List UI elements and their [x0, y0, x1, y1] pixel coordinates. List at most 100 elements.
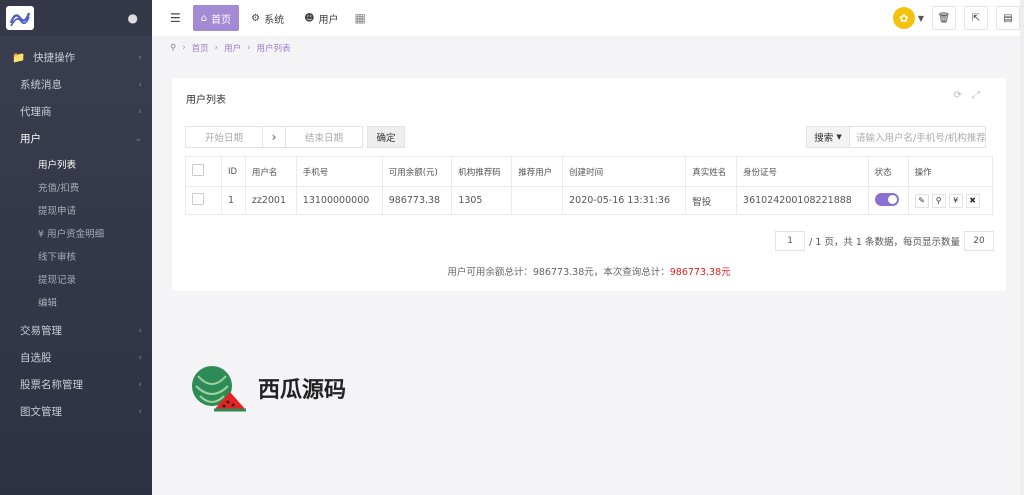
- confirm-button[interactable]: 确定: [367, 126, 405, 148]
- chevron-down-icon: ▼: [917, 13, 924, 23]
- home-icon: ⌂: [200, 12, 208, 24]
- page-info: / 1 页，共 1 条数据，每页显示数量: [809, 237, 960, 248]
- submenu-item-2[interactable]: 提现申请: [0, 198, 152, 221]
- water-drop-icon[interactable]: ●: [128, 11, 138, 25]
- table-cell: 986773.38: [381, 186, 453, 215]
- watermark-text: 西瓜源码: [258, 378, 347, 403]
- table-cell: [511, 186, 564, 215]
- balance-summary: 用户可用余额总计：986773.38元，本次查询总计：986773.38元: [172, 264, 1006, 278]
- grid-icon[interactable]: ▦: [347, 5, 374, 31]
- top-bar: ☰ ⌂ 首页 ⚙ 系统 ☻ 用户 ▦ ✿ ▼ 🗑 ⇱ ▤: [152, 0, 1024, 36]
- breadcrumb-user[interactable]: 用户: [224, 42, 241, 54]
- menu-toggle-icon[interactable]: ☰: [162, 5, 189, 31]
- breadcrumb-current: 用户列表: [256, 44, 291, 54]
- date-range: 开始日期 › 结束日期 确定: [185, 126, 405, 148]
- table-cell: zz2001: [244, 186, 297, 215]
- submenu-item-4[interactable]: 线下审核: [0, 244, 152, 267]
- status-toggle[interactable]: [874, 192, 899, 206]
- sidebar-label: 交易管理: [20, 325, 62, 337]
- chevron-left-icon: ‹: [138, 106, 142, 117]
- tab-label: 用户: [318, 14, 339, 26]
- column-header: 机构推荐码: [451, 156, 513, 187]
- summary-text: 用户可用余额总计：986773.38元，本次查询总计：: [447, 267, 670, 278]
- sidebar-item-lower-2[interactable]: 股票名称管理 ‹: [0, 371, 152, 398]
- row-checkbox[interactable]: [192, 193, 204, 205]
- start-date-input[interactable]: 开始日期: [185, 126, 263, 148]
- tab-1[interactable]: ⚙ 系统: [243, 5, 292, 31]
- page-input[interactable]: 1: [775, 231, 806, 251]
- caret-down-icon: ▼: [836, 133, 842, 141]
- chevron-down-icon: ⌄: [134, 133, 142, 144]
- key-icon[interactable]: ⚲: [931, 193, 946, 208]
- sidebar-label: 图文管理: [20, 406, 62, 418]
- per-page-input[interactable]: 20: [964, 231, 994, 251]
- column-header: 推荐用户: [511, 156, 564, 187]
- table-cell: ✎ ⚲ ¥ ✖: [907, 186, 994, 215]
- panel-title: 用户列表: [186, 95, 226, 106]
- delete-icon[interactable]: ✖: [965, 193, 980, 208]
- sidebar-item-lower-1[interactable]: 自选股 ‹: [0, 344, 152, 371]
- submenu-item-3[interactable]: ¥ 用户资金明细: [0, 221, 152, 244]
- expand-icon[interactable]: ⤢: [972, 90, 990, 101]
- breadcrumb-home[interactable]: 首页: [192, 42, 209, 54]
- chevron-left-icon: ‹: [138, 52, 142, 63]
- avatar[interactable]: ✿: [892, 7, 915, 29]
- search-label: 搜索: [814, 133, 834, 144]
- chevron-right-icon: ›: [263, 126, 285, 148]
- refresh-icon[interactable]: ⟳: [954, 90, 972, 101]
- search-input[interactable]: 请输入用户名/手机号/机构推荐: [850, 126, 986, 148]
- sidebar-item-1[interactable]: 系统消息 ‹: [0, 71, 152, 98]
- chevron-left-icon: ‹: [138, 352, 142, 363]
- pagination: 1 / 1 页，共 1 条数据，每页显示数量 20: [775, 231, 994, 251]
- breadcrumb: ⚲ › 首页 › 用户 › 用户列表: [170, 42, 291, 54]
- table-cell: [185, 186, 222, 215]
- column-header: 身份证号: [736, 156, 869, 187]
- gear-icon: ⚙: [251, 12, 261, 24]
- chevron-left-icon: ‹: [138, 379, 142, 390]
- user-icon: ☻: [304, 12, 315, 24]
- sidebar-label: 用户: [20, 133, 41, 145]
- column-header: 真实姓名: [685, 156, 738, 187]
- yen-icon[interactable]: ¥: [948, 193, 963, 208]
- search-dropdown-button[interactable]: 搜索 ▼: [806, 126, 850, 148]
- tab-label: 首页: [211, 14, 232, 26]
- submenu-item-6[interactable]: 编辑: [0, 290, 152, 313]
- logo-icon: [6, 6, 34, 30]
- sidebar-label: 自选股: [20, 352, 52, 364]
- user-menu[interactable]: ✿ ▼: [892, 7, 924, 29]
- submenu-item-1[interactable]: 充值/扣费: [0, 175, 152, 198]
- table-cell: 1: [221, 186, 246, 215]
- sidebar-item-lower-0[interactable]: 交易管理 ‹: [0, 317, 152, 344]
- scrollbar[interactable]: [1020, 0, 1024, 495]
- select-all-checkbox[interactable]: [192, 164, 204, 176]
- table-cell: 361024200108221888: [736, 186, 869, 215]
- sidebar-item-lower-3[interactable]: 图文管理 ‹: [0, 398, 152, 425]
- submenu-item-0[interactable]: 用户列表: [0, 152, 152, 175]
- submenu-item-5[interactable]: 提现记录: [0, 267, 152, 290]
- trash-icon[interactable]: 🗑: [932, 6, 956, 30]
- sidebar-item-0[interactable]: 📁 快捷操作 ‹: [0, 44, 152, 71]
- column-header: 用户名: [244, 156, 297, 187]
- fullscreen-icon[interactable]: ⇱: [964, 6, 988, 30]
- column-header: [185, 156, 222, 187]
- tab-0[interactable]: ⌂ 首页: [192, 5, 240, 31]
- end-date-input[interactable]: 结束日期: [285, 126, 363, 148]
- column-header: ID: [221, 156, 246, 187]
- settings-panel-icon[interactable]: ▤: [996, 6, 1020, 30]
- tab-2[interactable]: ☻ 用户: [296, 5, 346, 31]
- sidebar-label: 代理商: [20, 106, 52, 118]
- tab-label: 系统: [264, 14, 285, 26]
- user-table: ID 用户名 手机号 可用余额(元) 机构推荐码 推荐用户 创建时间 真实姓名 身份证号 状态 操作…: [185, 156, 994, 215]
- table-row: 1 zz2001 13100000000 986773.38 1305 2020-05-1…: [185, 186, 994, 215]
- sidebar-item-3[interactable]: 用户 ⌄: [0, 125, 152, 152]
- table-cell: 13100000000: [295, 186, 383, 215]
- location-icon: ⚲: [170, 43, 177, 53]
- edit-icon[interactable]: ✎: [914, 193, 929, 208]
- folder-icon: 📁: [12, 52, 26, 64]
- summary-total: 986773.38元: [669, 267, 731, 278]
- sidebar-label: 快捷操作: [33, 52, 76, 64]
- chevron-left-icon: ‹: [138, 325, 142, 336]
- sidebar-item-2[interactable]: 代理商 ‹: [0, 98, 152, 125]
- logo-bar: ●: [0, 0, 152, 36]
- user-list-panel: 用户列表 ⟳⤢ 开始日期 › 结束日期 确定 搜索 ▼ 请输入用户名/手机号/机…: [172, 78, 1006, 291]
